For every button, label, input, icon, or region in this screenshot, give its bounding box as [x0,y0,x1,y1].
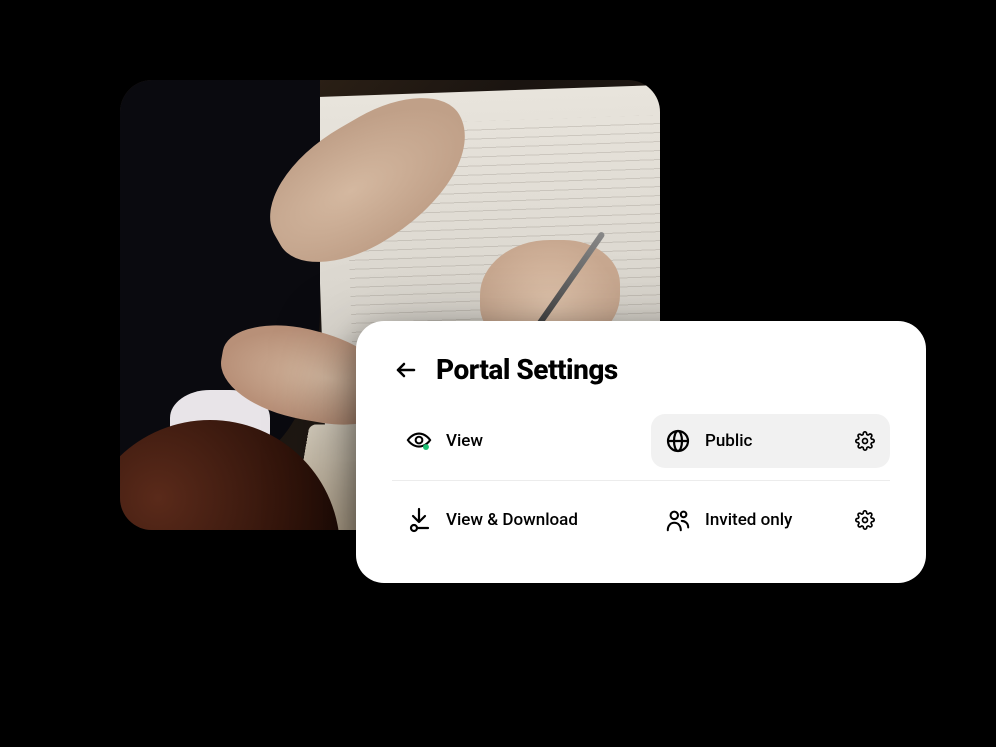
option-label: View [446,431,617,451]
option-settings-button[interactable] [854,430,876,452]
gear-icon [855,510,875,530]
settings-options-grid: View Public [392,414,890,547]
option-label: Public [705,431,840,451]
option-public[interactable]: Public [651,414,890,468]
gear-icon [855,431,875,451]
option-invited-only[interactable]: Invited only [651,493,890,547]
option-label: View & Download [446,510,617,530]
option-view-download[interactable]: View & Download [392,493,631,547]
row-separator [392,480,890,481]
option-settings-button[interactable] [854,509,876,531]
settings-title: Portal Settings [436,353,618,386]
users-icon [665,507,691,533]
back-button[interactable] [392,356,420,384]
eye-dot-icon [406,428,432,454]
globe-icon [665,428,691,454]
portal-settings-card: Portal Settings View Publ [356,321,926,583]
option-view[interactable]: View [392,414,631,468]
option-label: Invited only [705,510,840,530]
settings-header: Portal Settings [392,353,890,386]
arrow-left-icon [394,358,418,382]
download-icon [406,507,432,533]
